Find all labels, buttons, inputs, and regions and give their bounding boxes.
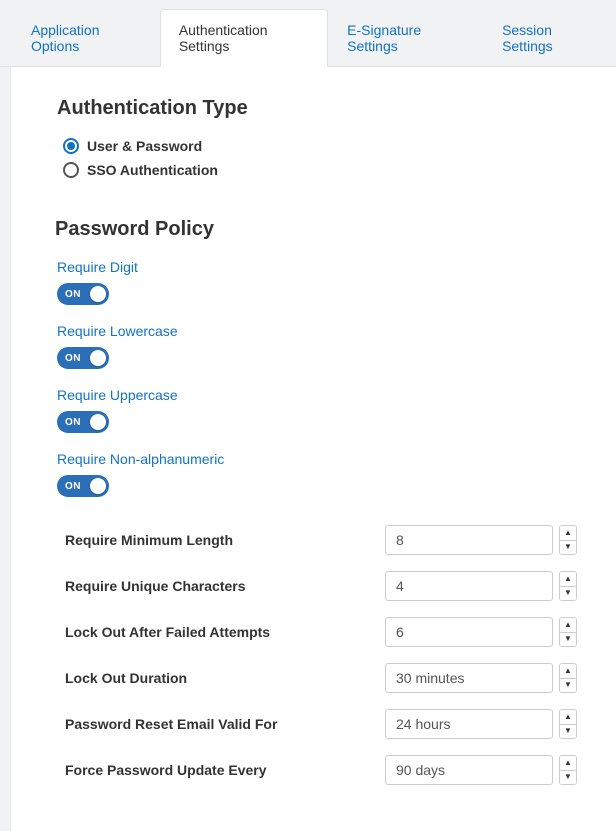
toggle-knob-icon — [90, 478, 106, 494]
spinner-buttons: ▲ ▼ — [559, 525, 577, 555]
lockout-attempts-input[interactable] — [385, 617, 553, 647]
require-digit-label: Require Digit — [57, 259, 586, 275]
spinner-down-icon[interactable]: ▼ — [560, 771, 576, 785]
reset-valid-spinner: ▲ ▼ — [385, 709, 577, 739]
min-length-input[interactable] — [385, 525, 553, 555]
unique-chars-input[interactable] — [385, 571, 553, 601]
settings-panel: Authentication Type User & Password SSO … — [10, 67, 616, 831]
require-lowercase-label: Require Lowercase — [57, 323, 586, 339]
spinner-down-icon[interactable]: ▼ — [560, 679, 576, 693]
spinner-buttons: ▲ ▼ — [559, 663, 577, 693]
toggle-knob-icon — [90, 414, 106, 430]
require-digit-toggle[interactable]: ON — [57, 283, 109, 305]
unique-chars-label: Require Unique Characters — [65, 578, 385, 594]
toggle-on-text: ON — [65, 417, 81, 428]
toggle-knob-icon — [90, 350, 106, 366]
min-length-label: Require Minimum Length — [65, 532, 385, 548]
radio-sso-label: SSO Authentication — [87, 162, 218, 178]
require-uppercase-toggle[interactable]: ON — [57, 411, 109, 433]
radio-user-password[interactable]: User & Password — [63, 138, 586, 154]
spinner-up-icon[interactable]: ▲ — [560, 664, 576, 679]
spinner-up-icon[interactable]: ▲ — [560, 526, 576, 541]
spinner-up-icon[interactable]: ▲ — [560, 572, 576, 587]
toggle-on-text: ON — [65, 289, 81, 300]
reset-valid-input[interactable] — [385, 709, 553, 739]
require-lowercase-toggle[interactable]: ON — [57, 347, 109, 369]
radio-selected-icon — [63, 138, 79, 154]
toggle-knob-icon — [90, 286, 106, 302]
tab-session-settings[interactable]: Session Settings — [483, 9, 616, 67]
force-update-spinner: ▲ ▼ — [385, 755, 577, 785]
radio-user-password-label: User & Password — [87, 138, 202, 154]
tab-authentication-settings[interactable]: Authentication Settings — [160, 9, 328, 67]
radio-sso[interactable]: SSO Authentication — [63, 162, 586, 178]
row-min-length: Require Minimum Length ▲ ▼ — [65, 525, 586, 555]
require-uppercase-label: Require Uppercase — [57, 387, 586, 403]
require-digit-block: Require Digit ON — [57, 259, 586, 305]
tab-application-options[interactable]: Application Options — [12, 9, 160, 67]
spinner-buttons: ▲ ▼ — [559, 571, 577, 601]
spinner-down-icon[interactable]: ▼ — [560, 587, 576, 601]
row-lockout-duration: Lock Out Duration ▲ ▼ — [65, 663, 586, 693]
spinner-down-icon[interactable]: ▼ — [560, 633, 576, 647]
toggle-on-text: ON — [65, 353, 81, 364]
spinner-buttons: ▲ ▼ — [559, 709, 577, 739]
spinner-buttons: ▲ ▼ — [559, 617, 577, 647]
tab-bar: Application Options Authentication Setti… — [0, 0, 616, 67]
row-unique-chars: Require Unique Characters ▲ ▼ — [65, 571, 586, 601]
force-update-label: Force Password Update Every — [65, 762, 385, 778]
toggle-on-text: ON — [65, 481, 81, 492]
require-nonalpha-block: Require Non-alphanumeric ON — [57, 451, 586, 497]
tab-esignature-settings[interactable]: E-Signature Settings — [328, 9, 483, 67]
radio-unselected-icon — [63, 162, 79, 178]
spinner-down-icon[interactable]: ▼ — [560, 541, 576, 555]
lockout-attempts-label: Lock Out After Failed Attempts — [65, 624, 385, 640]
lockout-duration-spinner: ▲ ▼ — [385, 663, 577, 693]
require-lowercase-block: Require Lowercase ON — [57, 323, 586, 369]
require-uppercase-block: Require Uppercase ON — [57, 387, 586, 433]
row-force-update: Force Password Update Every ▲ ▼ — [65, 755, 586, 785]
lockout-attempts-spinner: ▲ ▼ — [385, 617, 577, 647]
lockout-duration-label: Lock Out Duration — [65, 670, 385, 686]
require-nonalpha-toggle[interactable]: ON — [57, 475, 109, 497]
reset-valid-label: Password Reset Email Valid For — [65, 716, 385, 732]
auth-type-title: Authentication Type — [57, 97, 586, 120]
lockout-duration-input[interactable] — [385, 663, 553, 693]
require-nonalpha-label: Require Non-alphanumeric — [57, 451, 586, 467]
spinner-buttons: ▲ ▼ — [559, 755, 577, 785]
auth-type-radio-group: User & Password SSO Authentication — [63, 138, 586, 178]
spinner-up-icon[interactable]: ▲ — [560, 710, 576, 725]
min-length-spinner: ▲ ▼ — [385, 525, 577, 555]
row-reset-valid: Password Reset Email Valid For ▲ ▼ — [65, 709, 586, 739]
spinner-down-icon[interactable]: ▼ — [560, 725, 576, 739]
row-lockout-attempts: Lock Out After Failed Attempts ▲ ▼ — [65, 617, 586, 647]
unique-chars-spinner: ▲ ▼ — [385, 571, 577, 601]
numeric-fields: Require Minimum Length ▲ ▼ Require Uniqu… — [65, 525, 586, 785]
force-update-input[interactable] — [385, 755, 553, 785]
password-policy-title: Password Policy — [55, 218, 586, 241]
spinner-up-icon[interactable]: ▲ — [560, 756, 576, 771]
spinner-up-icon[interactable]: ▲ — [560, 618, 576, 633]
